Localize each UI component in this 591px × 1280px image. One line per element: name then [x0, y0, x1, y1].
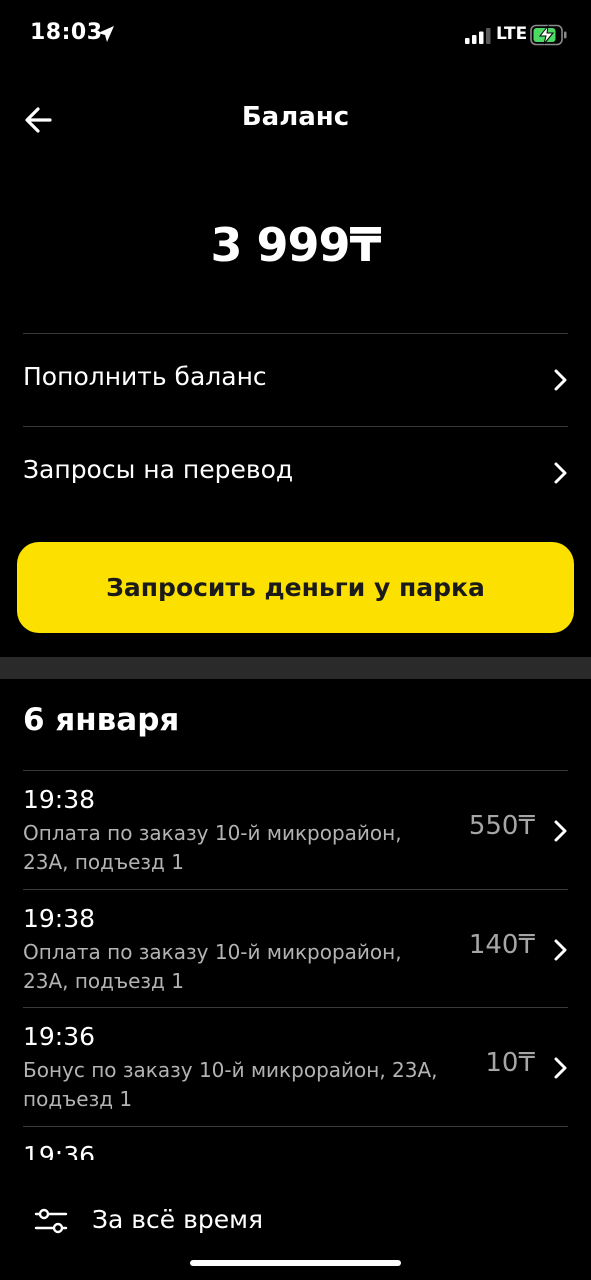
navigation-bar: Баланс [0, 90, 591, 150]
transaction-amount: 550₸ [468, 811, 535, 841]
location-arrow-icon [98, 26, 114, 42]
section-separator [0, 657, 591, 679]
page-title: Баланс [241, 102, 350, 132]
network-type: LTE [496, 24, 528, 44]
balance-amount: 3 999₸ [210, 218, 381, 272]
chevron-right-icon [554, 820, 567, 842]
transfer-requests-label: Запросы на перевод [23, 455, 294, 484]
transaction-description: Оплата по заказу 10-й микрорайон, 23А, п… [23, 821, 402, 874]
top-up-balance-row[interactable]: Пополнить баланс [0, 334, 591, 426]
transfer-requests-row[interactable]: Запросы на перевод [0, 427, 591, 519]
battery-charging-icon [530, 24, 567, 46]
transaction-time: 19:38 [23, 904, 96, 933]
chevron-right-icon [554, 939, 567, 961]
chevron-right-icon [554, 369, 567, 391]
transaction-description: Оплата по заказу 10-й микрорайон, 23А, п… [23, 940, 402, 993]
transaction-amount: 140₸ [468, 930, 535, 960]
status-time: 18:03 [30, 20, 103, 45]
period-filter-label: За всё время [92, 1205, 263, 1234]
transaction-time: 19:36 [23, 1022, 96, 1051]
transaction-amount: 10₸ [485, 1048, 535, 1078]
home-indicator [190, 1260, 401, 1266]
signal-strength-icon [465, 28, 491, 44]
status-bar: 18:03 LTE [0, 0, 591, 70]
transaction-time: 19:38 [23, 785, 96, 814]
top-up-balance-label: Пополнить баланс [23, 362, 267, 391]
period-filter-button[interactable]: За всё время [0, 1190, 591, 1250]
transaction-row[interactable]: 19:38 Оплата по заказу 10-й микрорайон, … [0, 771, 591, 889]
section-date-heading: 6 января [23, 702, 180, 738]
transaction-row[interactable]: 19:36 Бонус по заказу 10-й микрорайон, 2… [0, 1008, 591, 1126]
chevron-right-icon [554, 1057, 567, 1079]
request-money-button[interactable]: Запросить деньги у парка [17, 542, 574, 633]
transaction-row[interactable]: 19:38 Оплата по заказу 10-й микрорайон, … [0, 890, 591, 1008]
filter-sliders-icon [34, 1208, 68, 1234]
chevron-right-icon [554, 462, 567, 484]
transaction-description: Бонус по заказу 10-й микрорайон, 23А, по… [23, 1058, 438, 1111]
